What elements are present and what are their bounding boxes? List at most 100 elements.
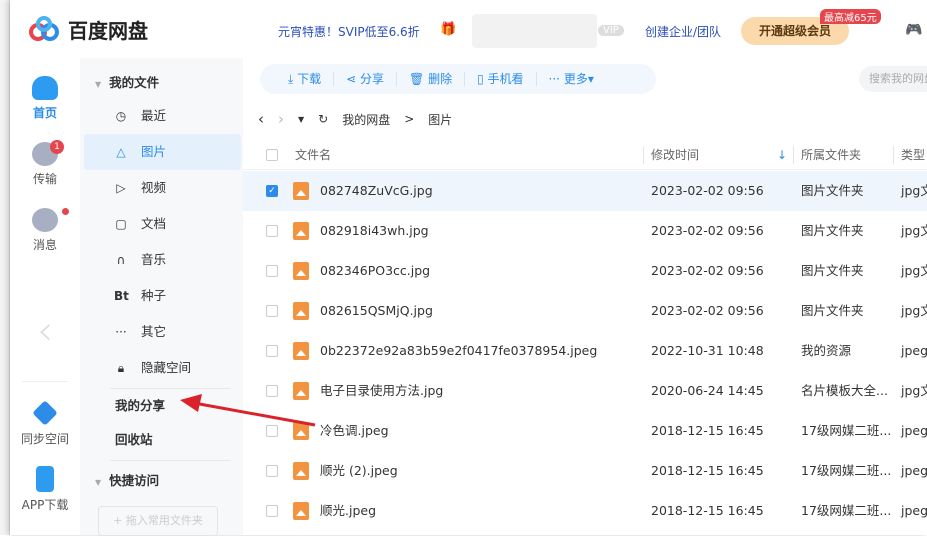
vip-tag: VIP <box>598 25 624 36</box>
table-row[interactable]: 冷色调.jpeg 2018-12-15 16:45 17级网媒二班... jpe… <box>243 411 927 451</box>
breadcrumb-root[interactable]: 我的网盘 <box>342 111 390 128</box>
phone-view-button[interactable]: ▯ 手机看 <box>465 72 537 86</box>
row-checkbox[interactable] <box>266 465 278 477</box>
file-name[interactable]: 082748ZuVcG.jpg <box>320 171 433 211</box>
people-icon <box>32 208 58 232</box>
collapse-chevron-icon[interactable]: ‹ <box>10 308 80 354</box>
document-icon: ▢ <box>115 217 127 231</box>
row-checkbox[interactable] <box>266 425 278 437</box>
table-row[interactable]: 电子目录使用方法.jpg 2020-06-24 14:45 名片模板大全... … <box>243 371 927 411</box>
sidebar-item-recent[interactable]: ◷ 最近 <box>80 98 243 134</box>
file-name[interactable]: 冷色调.jpeg <box>320 411 389 451</box>
sidebar-item-images[interactable]: △ 图片 <box>84 134 241 170</box>
breadcrumb-current: 图片 <box>428 112 453 127</box>
nav-app-download[interactable]: APP下载 <box>10 466 80 513</box>
select-all-checkbox[interactable] <box>266 149 278 161</box>
file-type: jpg文件 <box>901 383 927 398</box>
parent-folder[interactable]: 图片文件夹 <box>801 171 864 211</box>
nav-label: 同步空间 <box>20 432 69 446</box>
row-checkbox[interactable] <box>266 305 278 317</box>
table-row[interactable]: 082615QSMjQ.jpg 2023-02-02 09:56 图片文件夹 j… <box>243 291 927 331</box>
file-name[interactable]: 顺光.jpeg <box>320 491 376 531</box>
more-button[interactable]: ··· 更多▾ <box>537 72 606 86</box>
table-row[interactable]: 顺光.jpeg 2018-12-15 16:45 17级网媒二班... jpeg… <box>243 491 927 531</box>
row-checkbox[interactable] <box>266 345 278 357</box>
sidebar-item-documents[interactable]: ▢ 文档 <box>80 206 243 242</box>
image-icon: △ <box>116 145 126 159</box>
file-name[interactable]: 082346PO3cc.jpg <box>320 251 430 291</box>
forward-icon[interactable]: › <box>278 110 284 128</box>
game-icon[interactable]: 🎮 <box>905 22 922 38</box>
image-file-icon <box>293 342 309 360</box>
nav-label: APP下载 <box>21 498 69 512</box>
refresh-icon[interactable]: ↻ <box>318 112 328 126</box>
transfer-badge: 1 <box>50 140 64 154</box>
file-name[interactable]: 082615QSMjQ.jpg <box>320 291 433 331</box>
download-button[interactable]: ⤓ 下载 <box>276 72 335 86</box>
sidebar-item-torrents[interactable]: Bt 种子 <box>80 278 243 314</box>
file-type: jpeg文件 <box>901 463 927 478</box>
table-row[interactable]: 0b22372e92a83b59e2f0417fe0378954.jpeg 20… <box>243 331 927 371</box>
table-row[interactable]: 082918i43wh.jpg 2023-02-02 09:56 图片文件夹 j… <box>243 211 927 251</box>
file-name[interactable]: 电子目录使用方法.jpg <box>320 371 443 411</box>
sidebar-item-other[interactable]: ··· 其它 <box>80 314 243 350</box>
header: 百度网盘 元宵特惠！SVIP低至6.6折 🎁 VIP 创建企业/团队 开通超级会… <box>10 0 927 58</box>
quick-access-header[interactable]: ▼ 快捷访问 <box>95 470 159 489</box>
search-input[interactable]: 搜索我的网盘文件 <box>859 66 927 92</box>
table-row[interactable]: 082346PO3cc.jpg 2023-02-02 09:56 图片文件夹 j… <box>243 251 927 291</box>
parent-folder[interactable]: 图片文件夹 <box>801 291 864 331</box>
app-logo[interactable]: 百度网盘 <box>28 15 148 44</box>
left-nav: 首页 1 传输 消息 ‹ 同步空间 APP下载 <box>10 58 80 535</box>
main-content: ⤓ 下载 ⋖ 分享 🗑︎ 删除 ▯ 手机看 ··· 更多▾ 搜索我的网盘文件 ‹… <box>243 58 927 535</box>
parent-folder[interactable]: 17级网媒二班... <box>801 411 891 451</box>
breadcrumb-separator: > <box>404 112 415 126</box>
my-files-header[interactable]: ▼ 我的文件 <box>95 72 159 91</box>
row-checkbox[interactable] <box>266 505 278 517</box>
parent-folder[interactable]: 图片文件夹 <box>801 211 864 251</box>
header-name[interactable]: 文件名 <box>295 140 331 170</box>
sidebar-item-my-share[interactable]: 我的分享 <box>80 388 243 424</box>
table-row[interactable]: 顺光 (2).jpeg 2018-12-15 16:45 17级网媒二班... … <box>243 451 927 491</box>
header-type[interactable]: 类型 <box>901 140 925 170</box>
header-modified[interactable]: 修改时间 <box>651 140 699 170</box>
gift-icon[interactable]: 🎁 <box>440 22 456 37</box>
file-type: jpg文件 <box>901 303 927 318</box>
user-name-blurred[interactable] <box>472 14 597 48</box>
parent-folder[interactable]: 名片模板大全... <box>801 371 888 411</box>
row-checkbox[interactable] <box>266 225 278 237</box>
back-icon[interactable]: ‹ <box>258 110 264 128</box>
row-checkbox[interactable] <box>266 385 278 397</box>
file-name[interactable]: 0b22372e92a83b59e2f0417fe0378954.jpeg <box>320 331 597 371</box>
add-favorite-folder[interactable]: + 拖入常用文件夹 <box>98 506 218 536</box>
cloud-logo-icon <box>29 16 59 41</box>
file-type: jpeg文件 <box>901 503 927 518</box>
nav-sync-space[interactable]: 同步空间 <box>10 400 80 447</box>
promo-link[interactable]: 元宵特惠！SVIP低至6.6折 <box>278 23 420 40</box>
sidebar-item-videos[interactable]: ▷ 视频 <box>80 170 243 206</box>
nav-home[interactable]: 首页 <box>10 76 80 121</box>
share-button[interactable]: ⋖ 分享 <box>334 72 398 86</box>
sidebar-item-recycle-bin[interactable]: 回收站 <box>80 422 243 458</box>
breadcrumb: ‹ › ▼ ↻ 我的网盘 > 图片 <box>258 110 452 128</box>
row-checkbox[interactable] <box>266 265 278 277</box>
history-dropdown-icon[interactable]: ▼ <box>298 115 304 124</box>
sidebar-item-hidden-space[interactable]: 🔒︎ 隐藏空间 <box>80 350 243 386</box>
create-team-link[interactable]: 创建企业/团队 <box>645 23 721 40</box>
parent-folder[interactable]: 17级网媒二班... <box>801 451 891 491</box>
parent-folder[interactable]: 图片文件夹 <box>801 251 864 291</box>
parent-folder[interactable]: 我的资源 <box>801 331 851 371</box>
header-folder[interactable]: 所属文件夹 <box>801 140 861 170</box>
sort-desc-icon[interactable]: ↓ <box>777 140 787 170</box>
file-name[interactable]: 顺光 (2).jpeg <box>320 451 398 491</box>
nav-messages[interactable]: 消息 <box>10 208 80 253</box>
image-file-icon <box>293 422 309 440</box>
parent-folder[interactable]: 17级网媒二班... <box>801 491 891 531</box>
file-type: jpeg文件 <box>901 423 927 438</box>
image-file-icon <box>293 222 309 240</box>
sidebar-item-music[interactable]: ∩ 音乐 <box>80 242 243 278</box>
file-name[interactable]: 082918i43wh.jpg <box>320 211 429 251</box>
nav-transfer[interactable]: 1 传输 <box>10 140 80 187</box>
table-row[interactable]: ✓ 082748ZuVcG.jpg 2023-02-02 09:56 图片文件夹… <box>243 171 927 211</box>
row-checkbox[interactable]: ✓ <box>266 185 278 197</box>
delete-button[interactable]: 🗑︎ 删除 <box>397 72 466 86</box>
